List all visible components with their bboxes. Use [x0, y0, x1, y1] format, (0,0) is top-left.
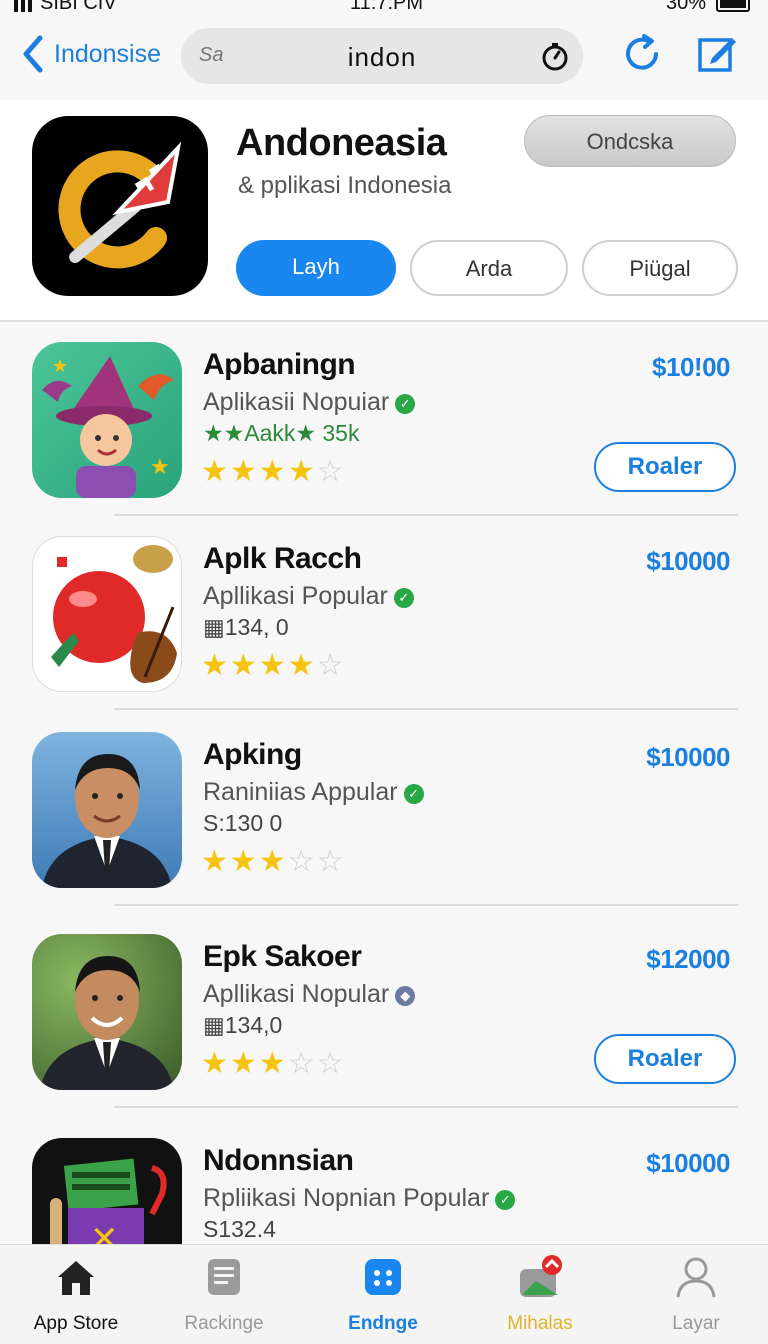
roaler-button[interactable]: Roaler	[594, 442, 736, 492]
rating-stars: ★★★☆☆	[201, 1047, 346, 1080]
tab-label: Layar	[672, 1313, 720, 1334]
document-icon	[208, 1259, 240, 1295]
tab-label: Mihalas	[507, 1313, 573, 1334]
featured-subtitle: & pplikasi Indonesia	[238, 172, 452, 199]
tab-endnge[interactable]: Endnge	[313, 1255, 453, 1335]
edit-icon[interactable]	[696, 32, 738, 74]
battery-icon	[716, 0, 750, 12]
person-icon	[676, 1257, 716, 1298]
app-meta: ★★Aakk★ 35k	[203, 420, 360, 446]
tab-label: Rackinge	[184, 1313, 264, 1334]
signal-icon	[14, 0, 32, 12]
segment-3[interactable]: Piügal	[582, 240, 738, 296]
svg-text:✕: ✕	[90, 1220, 119, 1244]
segment-1[interactable]: Layh	[236, 240, 396, 296]
shield-badge-icon: ◆	[395, 986, 416, 1006]
verified-badge-icon: ✓	[403, 784, 424, 804]
back-label: Indonsise	[54, 39, 162, 68]
row-divider	[114, 904, 738, 906]
verified-badge-icon: ✓	[395, 394, 416, 414]
svg-text:★: ★	[52, 356, 68, 376]
app-icon-instruments	[32, 536, 182, 692]
app-meta: S132.4	[203, 1216, 276, 1242]
home-icon	[58, 1261, 94, 1295]
clock: 11:7:PM	[350, 0, 423, 14]
row-divider	[114, 708, 738, 710]
app-category: Apllikasi Nopular ◆	[203, 980, 416, 1009]
app-name: Apking	[203, 738, 302, 771]
search-field[interactable]: Sa indon	[181, 28, 583, 84]
app-category: Rpliikasi Nopnian Popular ✓	[203, 1184, 516, 1213]
app-name: Ndonnsian	[203, 1144, 354, 1177]
app-category: Apllikasi Popular ✓	[203, 582, 414, 611]
verified-badge-icon: ✓	[393, 588, 414, 608]
refresh-icon[interactable]	[620, 32, 664, 76]
roaler-button[interactable]: Roaler	[594, 1034, 736, 1084]
chevron-left-icon	[23, 35, 43, 73]
app-price[interactable]: $10000	[646, 1148, 730, 1179]
app-category: Raniniias Appular ✓	[203, 778, 424, 807]
app-price[interactable]: $10000	[646, 742, 730, 773]
notification-icon	[520, 1255, 562, 1297]
tab-layar[interactable]: Layar	[626, 1255, 766, 1335]
row-divider	[114, 1106, 738, 1108]
app-icon-portrait	[32, 934, 182, 1090]
tab-rankings[interactable]: Rackinge	[154, 1255, 294, 1335]
list-item[interactable]: Epk Sakoer Apllikasi Nopular ◆ ▦134,0 ★★★…	[0, 914, 768, 1110]
app-price[interactable]: $12000	[646, 944, 730, 975]
list-item[interactable]: ✕ Ndonnsian Rpliikasi Nopnian Popular ✓ S…	[0, 1118, 768, 1244]
app-price[interactable]: $10000	[646, 546, 730, 577]
tab-bar: App Store Rackinge Endnge Mihalas Layar	[0, 1244, 768, 1344]
rating-stars: ★★★☆☆	[201, 845, 346, 878]
apps-grid-icon	[365, 1259, 401, 1295]
featured-app-icon[interactable]	[32, 116, 208, 296]
list-item[interactable]: Aplk Racch Apllikasi Popular ✓ ▦134, 0 ★★…	[0, 516, 768, 712]
app-category: Aplikasii Nopuiar ✓	[203, 388, 416, 417]
back-button[interactable]: Indonsise	[20, 34, 161, 74]
verified-badge-icon: ✓	[495, 1190, 516, 1210]
nav-bar: Indonsise Sa indon	[0, 24, 768, 88]
list-item[interactable]: ★ ★ Apbaningn Aplikasii Nopuiar ✓ ★★Aakk★…	[0, 322, 768, 518]
app-icon-wizard: ★ ★	[32, 342, 182, 498]
segment-2[interactable]: Arda	[410, 240, 568, 296]
rating-stars: ★★★★☆	[201, 649, 346, 682]
app-icon-portrait	[32, 732, 182, 888]
stopwatch-icon[interactable]	[539, 40, 571, 72]
tab-mihalas[interactable]: Mihalas	[470, 1255, 610, 1335]
app-price[interactable]: $10!00	[652, 352, 730, 383]
app-meta: ▦134, 0	[203, 614, 289, 640]
featured-title: Andoneasia	[236, 122, 447, 164]
tab-label: Endnge	[348, 1313, 418, 1334]
app-list[interactable]: ★ ★ Apbaningn Aplikasii Nopuiar ✓ ★★Aakk★…	[0, 322, 768, 1244]
app-meta: ▦134,0	[203, 1012, 283, 1038]
app-name: Apbaningn	[203, 348, 356, 381]
tab-label: App Store	[33, 1313, 119, 1334]
battery-percent: 30%	[665, 0, 706, 14]
list-item[interactable]: Apking Raniniias Appular ✓ S:130 0 ★★★☆☆ …	[0, 712, 768, 908]
rating-stars: ★★★★☆	[201, 455, 346, 488]
search-input[interactable]: indon	[181, 42, 583, 73]
app-meta: S:130 0	[203, 810, 283, 836]
carrier-label: SIBI CIV	[40, 0, 117, 14]
app-icon-game: ✕	[32, 1138, 182, 1244]
svg-text:★: ★	[150, 454, 170, 479]
tab-app-store[interactable]: App Store	[6, 1255, 146, 1335]
top-pill-button[interactable]: Ondcska	[524, 115, 736, 167]
status-bar: SIBI CIV 11:7:PM 30%	[0, 0, 768, 14]
app-name: Epk Sakoer	[203, 940, 362, 973]
featured-header: Andoneasia & pplikasi Indonesia Ondcska …	[0, 100, 768, 320]
app-name: Aplk Racch	[203, 542, 362, 575]
